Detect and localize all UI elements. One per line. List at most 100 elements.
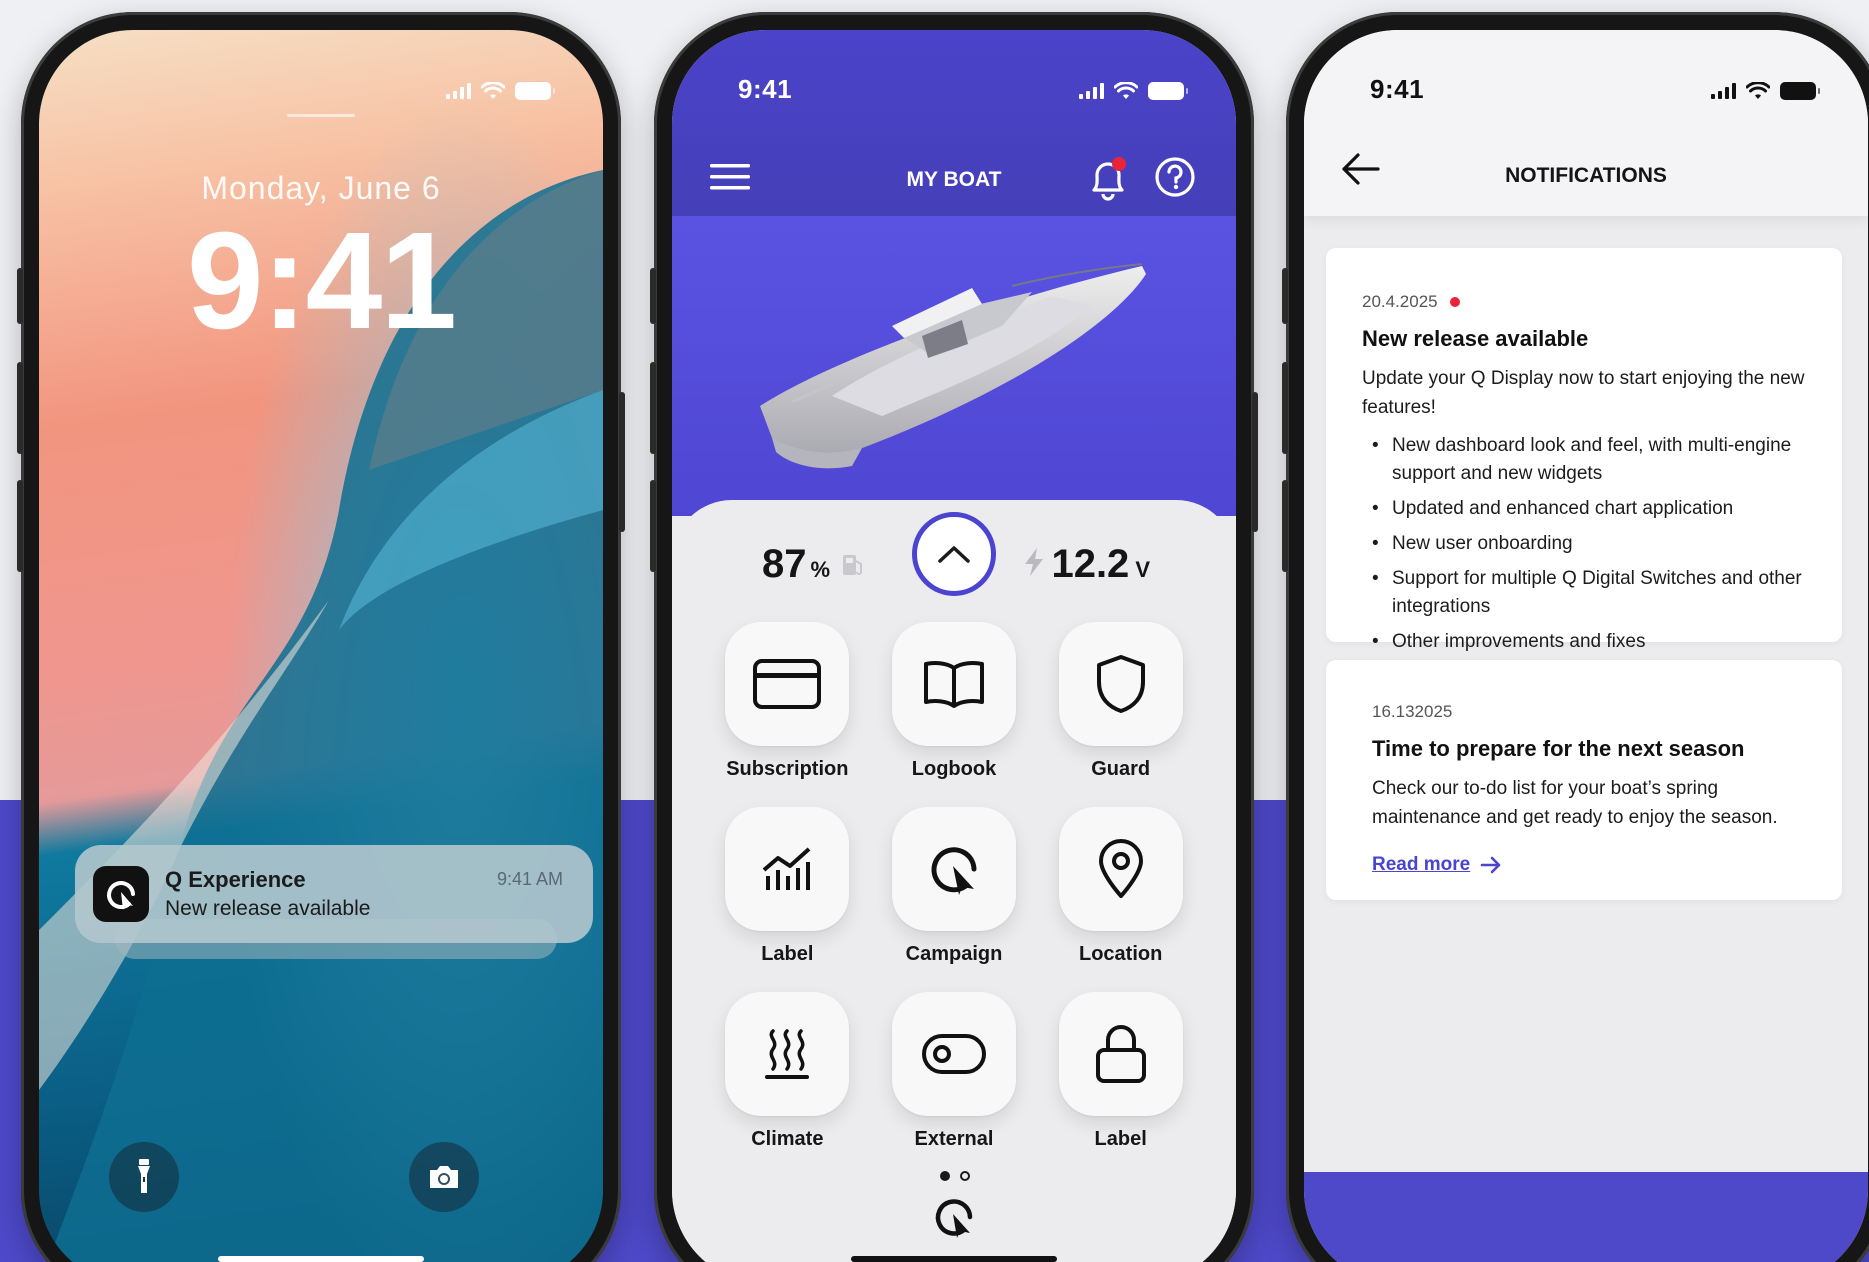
arrow-right-icon xyxy=(1480,856,1501,874)
q-logo-icon xyxy=(932,1195,976,1244)
help-button[interactable] xyxy=(1154,156,1196,203)
lock-icon xyxy=(1095,1025,1146,1083)
home-indicator[interactable] xyxy=(851,1256,1057,1262)
list-item: New dashboard look and feel, with multi-… xyxy=(1362,432,1806,488)
location-pin-icon xyxy=(1098,839,1143,898)
tile-label: Subscription xyxy=(726,758,849,780)
campaign-icon xyxy=(931,847,977,895)
phone-lock-screen: Monday, June 6 9:41 Q Experience New rel… xyxy=(17,12,625,1262)
toggle-icon xyxy=(921,1034,986,1074)
signal-icon xyxy=(1079,83,1104,99)
notification-date: 16.132025 xyxy=(1372,702,1806,722)
q-logo-icon xyxy=(93,866,149,922)
battery-icon xyxy=(515,82,555,100)
notification-date-text: 20.4.2025 xyxy=(1362,292,1438,311)
chart-icon xyxy=(763,847,811,890)
notification-card[interactable]: 16.132025 Time to prepare for the next s… xyxy=(1326,660,1842,900)
book-icon xyxy=(923,661,984,708)
battery-icon xyxy=(1780,82,1820,100)
notification-stack[interactable]: Q Experience New release available 9:41 … xyxy=(75,845,593,959)
tile-label: External xyxy=(914,1128,994,1150)
notification-date: 20.4.2025 xyxy=(1362,292,1806,312)
notification-card[interactable]: 20.4.2025 New release available Update y… xyxy=(1326,248,1842,656)
status-icons xyxy=(1711,82,1820,100)
page-indicator[interactable] xyxy=(940,1171,970,1181)
tile-label: Climate xyxy=(751,1128,824,1150)
notification-title: New release available xyxy=(1362,326,1589,351)
tile-label: Logbook xyxy=(911,758,997,780)
wifi-icon xyxy=(481,82,505,99)
boat-image xyxy=(760,263,1146,469)
read-more-label: Read more xyxy=(1372,854,1471,875)
tile-logbook[interactable]: Logbook xyxy=(885,622,1024,781)
page-dot xyxy=(960,1171,970,1181)
list-item: Other improvements and fixes xyxy=(1362,628,1806,656)
list-item: Support for multiple Q Digital Switches … xyxy=(1362,565,1806,621)
card-icon xyxy=(753,659,822,709)
notification-date-text: 16.132025 xyxy=(1372,702,1453,721)
page-dot-active xyxy=(940,1171,950,1181)
list-item: Updated and enhanced chart application xyxy=(1362,495,1806,523)
tile-label-chart[interactable]: Label xyxy=(718,807,857,966)
voltage-unit: V xyxy=(1135,557,1150,582)
feature-grid: Subscription Logbook Guard Label Campaig… xyxy=(718,622,1190,1151)
list-item: New user onboarding xyxy=(1362,530,1806,558)
push-notification[interactable]: Q Experience New release available 9:41 … xyxy=(75,845,593,943)
help-icon xyxy=(1155,157,1195,197)
wifi-icon xyxy=(1114,82,1138,99)
lightning-icon xyxy=(1025,548,1044,576)
fuel-value: 87 xyxy=(762,542,807,586)
page-title: NOTIFICATIONS xyxy=(1505,164,1667,187)
status-icons xyxy=(446,82,555,100)
background-band xyxy=(1304,1172,1868,1262)
fuel-unit: % xyxy=(810,557,831,582)
lock-time: 9:41 xyxy=(186,204,457,358)
voltage-value: 12.2 xyxy=(1051,542,1130,586)
notification-message: New release available xyxy=(165,897,371,920)
tile-label: Label xyxy=(761,943,814,965)
battery-voltage: 12.2 V xyxy=(1023,542,1150,587)
notifications-screen: 9:41 NOTIFICATIONS 20.4.2025 New release… xyxy=(1304,30,1868,1262)
status-time: 9:41 xyxy=(738,74,793,104)
lock-swipe-bar xyxy=(287,114,355,117)
phone-my-boat: 9:41 MY BOAT 87 % 12.2 V Subscription Lo… xyxy=(650,12,1258,1262)
phone-notifications: 9:41 NOTIFICATIONS 20.4.2025 New release… xyxy=(1282,12,1869,1262)
notification-time: 9:41 AM xyxy=(496,869,563,889)
heat-icon xyxy=(765,1029,810,1079)
shield-icon xyxy=(1096,655,1145,713)
my-boat-screen: 9:41 MY BOAT 87 % 12.2 V Subscription Lo… xyxy=(672,30,1236,1262)
feature-list: New dashboard look and feel, with multi-… xyxy=(1362,432,1806,656)
tile-subscription[interactable]: Subscription xyxy=(718,622,857,781)
bell-icon xyxy=(1092,157,1126,201)
home-indicator[interactable] xyxy=(218,1256,424,1262)
tile-campaign[interactable]: Campaign xyxy=(885,807,1024,966)
tile-climate[interactable]: Climate xyxy=(718,992,857,1151)
signal-icon xyxy=(446,83,471,99)
tile-label: Label xyxy=(1094,1128,1147,1150)
tile-location[interactable]: Location xyxy=(1051,807,1190,966)
flashlight-icon xyxy=(138,1159,150,1193)
fuel-level: 87 % xyxy=(762,542,864,587)
tile-label-lock[interactable]: Label xyxy=(1051,992,1190,1151)
notification-body: Check our to-do list for your boat’s spr… xyxy=(1372,778,1778,828)
status-icons xyxy=(1079,82,1188,100)
tile-label: Guard xyxy=(1091,758,1151,780)
wifi-icon xyxy=(1746,82,1770,99)
read-more-link[interactable]: Read more xyxy=(1372,854,1806,876)
flashlight-button[interactable] xyxy=(109,1142,179,1212)
notification-title: Time to prepare for the next season xyxy=(1372,736,1745,761)
tile-external[interactable]: External xyxy=(885,992,1024,1151)
status-time: 9:41 xyxy=(1370,74,1425,104)
boat-hero xyxy=(672,216,1236,516)
notification-body: Update your Q Display now to start enjoy… xyxy=(1362,368,1805,418)
lock-screen: Monday, June 6 9:41 Q Experience New rel… xyxy=(39,30,603,1262)
tile-label: Location xyxy=(1078,943,1163,965)
signal-icon xyxy=(1711,83,1736,99)
tile-label: Campaign xyxy=(905,943,1003,965)
camera-button[interactable] xyxy=(409,1142,479,1212)
tile-guard[interactable]: Guard xyxy=(1051,622,1190,781)
camera-icon xyxy=(430,1166,458,1188)
fuel-pump-icon xyxy=(843,555,863,575)
notifications-button[interactable] xyxy=(1086,156,1130,207)
unread-dot xyxy=(1449,297,1460,307)
